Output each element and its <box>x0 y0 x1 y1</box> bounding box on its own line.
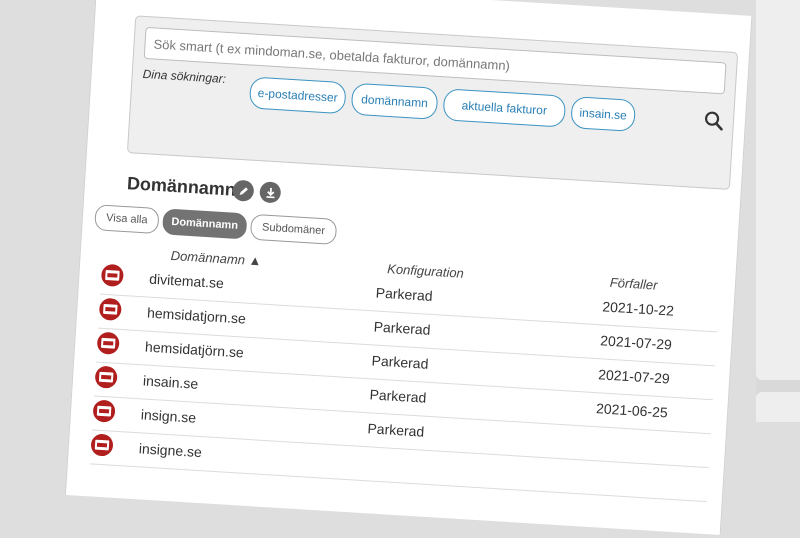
download-icon[interactable] <box>259 181 282 204</box>
domain-cell[interactable]: hemsidatjorn.se <box>147 305 247 327</box>
domain-cell[interactable]: divitemat.se <box>149 271 225 292</box>
column-header-expires: Förfaller <box>609 274 658 293</box>
parked-stamp-icon <box>98 297 122 321</box>
filter-bar: Visa alla Domännamn Subdomäner <box>94 0 752 245</box>
saved-search-chip[interactable]: aktuella fakturor <box>442 88 567 128</box>
expires-cell: 2021-06-25 <box>595 400 669 421</box>
saved-search-chip[interactable]: domännamn <box>350 82 439 120</box>
main-panel: Sök smart (t ex mindoman.se, obetalda fa… <box>64 0 753 535</box>
filter-subdomains-button[interactable]: Subdomäner <box>249 213 338 245</box>
saved-search-chip[interactable]: insain.se <box>570 96 637 132</box>
search-placeholder: Sök smart (t ex mindoman.se, obetalda fa… <box>153 36 511 74</box>
parked-stamp-icon <box>94 365 118 389</box>
parked-stamp-icon <box>90 433 114 457</box>
expires-cell: 2021-07-29 <box>599 332 673 353</box>
parked-stamp-icon <box>92 399 116 423</box>
config-cell: Parkerad <box>367 420 425 440</box>
search-input[interactable]: Sök smart (t ex mindoman.se, obetalda fa… <box>143 26 727 95</box>
saved-search-chip[interactable]: e-postadresser <box>248 76 347 115</box>
domain-cell[interactable]: insigne.se <box>138 440 202 460</box>
filter-all-button[interactable]: Visa alla <box>94 204 160 235</box>
config-cell: Parkerad <box>375 284 434 304</box>
config-cell: Parkerad <box>373 318 431 338</box>
search-icon[interactable] <box>702 109 725 132</box>
expires-cell: 2021-07-29 <box>597 366 671 387</box>
config-cell: Parkerad <box>369 386 427 406</box>
domain-cell[interactable]: insign.se <box>140 406 196 425</box>
section-title: Domännamn <box>126 173 237 200</box>
saved-searches-label: Dina sökningar: <box>142 66 227 86</box>
domain-cell[interactable]: hemsidatjörn.se <box>145 339 245 361</box>
smart-search-box: Sök smart (t ex mindoman.se, obetalda fa… <box>126 15 739 190</box>
domain-cell[interactable]: insain.se <box>143 372 199 391</box>
config-cell: Parkerad <box>371 352 429 372</box>
parked-stamp-icon <box>100 263 125 288</box>
parked-stamp-icon <box>96 331 120 355</box>
filter-domains-button[interactable]: Domännamn <box>161 208 248 240</box>
domain-table: divitemat.se Parkerad 2021-10-22 hemsidatjo… <box>89 0 752 503</box>
expires-cell: 2021-10-22 <box>601 298 675 319</box>
edit-icon[interactable] <box>232 179 255 202</box>
